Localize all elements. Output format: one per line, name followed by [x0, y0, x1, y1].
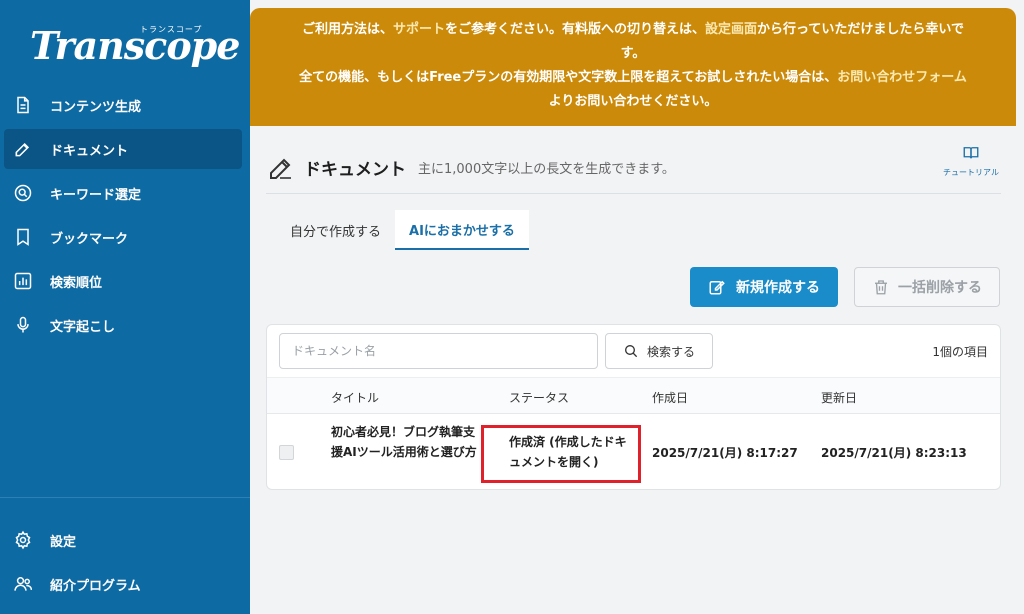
status-open-link[interactable]: 作成済 (作成したドキュメントを開く)	[509, 432, 629, 472]
sidebar-item-transcription[interactable]: 文字起こし	[4, 305, 242, 345]
trash-icon	[875, 280, 887, 295]
table-header: タイトル ステータス 作成日 更新日	[267, 377, 1000, 414]
created-date: 2025/7/21(月) 8:17:27	[652, 446, 798, 460]
column-updated[interactable]: 更新日	[821, 389, 857, 406]
sidebar-item-label: ブックマーク	[50, 231, 129, 247]
bulk-delete-button[interactable]: 一括削除する	[854, 267, 1000, 307]
search-button[interactable]: 検索する	[605, 333, 713, 369]
banner-text: 全ての機能、もしくはFreeプランの有効期限や文字数上限を超えてお試しされたい場…	[299, 70, 838, 85]
brand-kana: トランスコープ	[140, 25, 203, 34]
column-created[interactable]: 作成日	[652, 389, 688, 406]
bar-chart-icon	[12, 270, 34, 292]
document-name-input[interactable]	[279, 333, 598, 369]
search-button-label: 検索する	[646, 344, 695, 359]
banner-text: から行っていただけましたら幸いで	[757, 22, 965, 37]
sidebar-item-contents[interactable]: コンテンツ生成	[4, 85, 242, 125]
document-icon	[12, 94, 34, 116]
tab-manual[interactable]: 自分で作成する	[276, 210, 395, 250]
bulk-delete-label: 一括削除する	[898, 280, 982, 296]
sidebar-item-label: キーワード選定	[50, 187, 142, 203]
page-description: 主に1,000文字以上の長文を生成できます。	[418, 162, 675, 177]
bookmark-icon	[12, 226, 34, 248]
users-icon	[12, 573, 34, 595]
support-link[interactable]: サポート	[393, 22, 445, 37]
updated-date: 2025/7/21(月) 8:23:13	[821, 446, 967, 460]
banner-text: ご利用方法は、	[301, 22, 393, 37]
book-icon	[963, 147, 979, 159]
document-table-card: 検索する 1個の項目 タイトル ステータス 作成日 更新日 初心者必見！ブログ執…	[266, 324, 1001, 490]
new-document-label: 新規作成する	[736, 280, 820, 296]
sidebar-item-label: コンテンツ生成	[50, 99, 142, 115]
edit-icon	[12, 138, 34, 160]
page-header: ドキュメント 主に1,000文字以上の長文を生成できます。 チュートリアル	[266, 142, 1001, 194]
sidebar-bottom-nav: 設定 紹介プログラム	[0, 520, 250, 608]
row-checkbox[interactable]	[279, 445, 294, 460]
search-circle-icon	[12, 182, 34, 204]
sidebar-item-ranking[interactable]: 検索順位	[4, 261, 242, 301]
column-status[interactable]: ステータス	[509, 389, 569, 406]
sidebar: Transcope トランスコープ コンテンツ生成 ドキュメント キーワード選定	[0, 0, 250, 614]
sidebar-item-label: 文字起こし	[50, 319, 116, 335]
item-count: 1個の項目	[932, 345, 988, 359]
settings-link[interactable]: 設定画面	[705, 22, 757, 37]
table-row[interactable]: 初心者必見！ブログ執筆支援AIツール活用術と選び方 作成済 (作成したドキュメン…	[267, 414, 1000, 490]
edit-icon	[709, 280, 725, 295]
sidebar-item-label: ドキュメント	[50, 143, 129, 159]
banner-line-1: ご利用方法は、サポートをご参考ください。有料版への切り替えは、設定画面から行って…	[274, 18, 992, 42]
tutorial-button[interactable]: チュートリアル	[941, 144, 1001, 178]
gear-icon	[12, 529, 34, 551]
page-title: ドキュメント	[304, 160, 406, 180]
main-panel: ドキュメント 主に1,000文字以上の長文を生成できます。 チュートリアル 自分…	[250, 126, 1016, 614]
banner-text: をご参考ください。有料版への切り替えは、	[445, 22, 706, 37]
banner-line-4: よりお問い合わせください。	[548, 94, 718, 109]
edit-icon	[266, 153, 296, 183]
banner-line-2: す。	[620, 46, 646, 61]
sidebar-nav: コンテンツ生成 ドキュメント キーワード選定 ブックマーク 検索順位 文字起こし	[0, 85, 250, 349]
sidebar-item-referral[interactable]: 紹介プログラム	[4, 564, 242, 604]
sidebar-item-label: 紹介プログラム	[50, 578, 141, 594]
column-title[interactable]: タイトル	[331, 389, 379, 406]
microphone-icon	[12, 314, 34, 336]
tab-ai[interactable]: AIにおまかせする	[395, 210, 529, 250]
sidebar-divider	[0, 497, 250, 498]
search-icon	[624, 345, 638, 358]
sidebar-item-bookmark[interactable]: ブックマーク	[4, 217, 242, 257]
sidebar-item-document[interactable]: ドキュメント	[4, 129, 242, 169]
brand-logo[interactable]: Transcope トランスコープ	[30, 22, 240, 72]
sidebar-item-label: 設定	[50, 534, 77, 550]
sidebar-item-keyword[interactable]: キーワード選定	[4, 173, 242, 213]
sidebar-item-settings[interactable]: 設定	[4, 520, 242, 560]
tab-bar: 自分で作成する AIにおまかせする	[276, 210, 529, 250]
document-title[interactable]: 初心者必見！ブログ執筆支援AIツール活用術と選び方	[331, 422, 479, 462]
notice-banner: ご利用方法は、サポートをご参考ください。有料版への切り替えは、設定画面から行って…	[250, 8, 1016, 126]
tutorial-label: チュートリアル	[943, 168, 999, 177]
sidebar-item-label: 検索順位	[50, 275, 103, 291]
brand-name: Transcope	[30, 23, 240, 68]
banner-line-3: 全ての機能、もしくはFreeプランの有効期限や文字数上限を超えてお試しされたい場…	[274, 66, 992, 90]
contact-form-link[interactable]: お問い合わせフォーム	[837, 70, 967, 85]
new-document-button[interactable]: 新規作成する	[690, 267, 838, 307]
